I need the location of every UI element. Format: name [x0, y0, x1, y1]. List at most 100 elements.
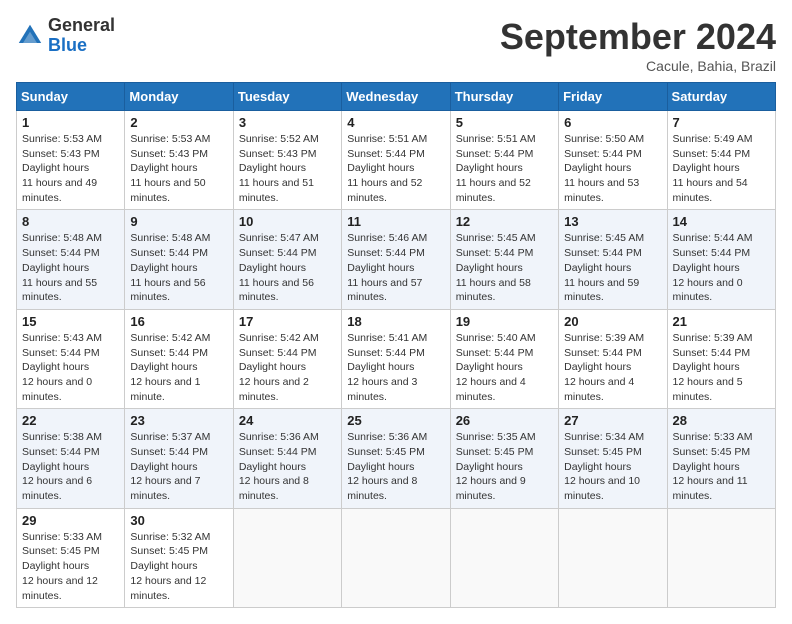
logo-blue: Blue [48, 36, 115, 56]
col-saturday: Saturday [667, 83, 775, 111]
day-info: Sunrise: 5:38 AMSunset: 5:44 PMDaylight … [22, 430, 119, 503]
calendar-cell: 19 Sunrise: 5:40 AMSunset: 5:44 PMDayligh… [450, 309, 558, 408]
day-info: Sunrise: 5:53 AMSunset: 5:43 PMDaylight … [22, 132, 119, 205]
day-number: 30 [130, 513, 227, 528]
col-friday: Friday [559, 83, 667, 111]
calendar-cell: 22 Sunrise: 5:38 AMSunset: 5:44 PMDayligh… [17, 409, 125, 508]
calendar-cell [559, 508, 667, 607]
day-info: Sunrise: 5:45 AMSunset: 5:44 PMDaylight … [456, 231, 553, 304]
day-info: Sunrise: 5:39 AMSunset: 5:44 PMDaylight … [564, 331, 661, 404]
day-info: Sunrise: 5:52 AMSunset: 5:43 PMDaylight … [239, 132, 336, 205]
day-info: Sunrise: 5:48 AMSunset: 5:44 PMDaylight … [130, 231, 227, 304]
day-number: 23 [130, 413, 227, 428]
day-number: 24 [239, 413, 336, 428]
calendar-cell: 28 Sunrise: 5:33 AMSunset: 5:45 PMDayligh… [667, 409, 775, 508]
day-number: 17 [239, 314, 336, 329]
calendar-cell [667, 508, 775, 607]
calendar-cell: 4 Sunrise: 5:51 AMSunset: 5:44 PMDaylight… [342, 111, 450, 210]
calendar-table: Sunday Monday Tuesday Wednesday Thursday… [16, 82, 776, 608]
day-number: 11 [347, 214, 444, 229]
calendar-week-row: 22 Sunrise: 5:38 AMSunset: 5:44 PMDayligh… [17, 409, 776, 508]
day-number: 27 [564, 413, 661, 428]
day-number: 4 [347, 115, 444, 130]
calendar-cell: 6 Sunrise: 5:50 AMSunset: 5:44 PMDaylight… [559, 111, 667, 210]
calendar-cell: 29 Sunrise: 5:33 AMSunset: 5:45 PMDayligh… [17, 508, 125, 607]
day-number: 5 [456, 115, 553, 130]
calendar-cell: 8 Sunrise: 5:48 AMSunset: 5:44 PMDaylight… [17, 210, 125, 309]
day-info: Sunrise: 5:36 AMSunset: 5:44 PMDaylight … [239, 430, 336, 503]
day-number: 21 [673, 314, 770, 329]
day-info: Sunrise: 5:42 AMSunset: 5:44 PMDaylight … [239, 331, 336, 404]
day-number: 19 [456, 314, 553, 329]
day-info: Sunrise: 5:50 AMSunset: 5:44 PMDaylight … [564, 132, 661, 205]
day-number: 3 [239, 115, 336, 130]
title-block: September 2024 Cacule, Bahia, Brazil [500, 16, 776, 74]
calendar-cell: 15 Sunrise: 5:43 AMSunset: 5:44 PMDayligh… [17, 309, 125, 408]
day-number: 29 [22, 513, 119, 528]
calendar-cell: 11 Sunrise: 5:46 AMSunset: 5:44 PMDayligh… [342, 210, 450, 309]
day-info: Sunrise: 5:44 AMSunset: 5:44 PMDaylight … [673, 231, 770, 304]
day-number: 28 [673, 413, 770, 428]
day-number: 15 [22, 314, 119, 329]
calendar-cell: 9 Sunrise: 5:48 AMSunset: 5:44 PMDaylight… [125, 210, 233, 309]
calendar-cell: 20 Sunrise: 5:39 AMSunset: 5:44 PMDayligh… [559, 309, 667, 408]
calendar-cell: 17 Sunrise: 5:42 AMSunset: 5:44 PMDayligh… [233, 309, 341, 408]
day-number: 8 [22, 214, 119, 229]
col-tuesday: Tuesday [233, 83, 341, 111]
day-info: Sunrise: 5:53 AMSunset: 5:43 PMDaylight … [130, 132, 227, 205]
day-info: Sunrise: 5:48 AMSunset: 5:44 PMDaylight … [22, 231, 119, 304]
calendar-cell: 27 Sunrise: 5:34 AMSunset: 5:45 PMDayligh… [559, 409, 667, 508]
calendar-cell: 7Sunrise: 5:49 AMSunset: 5:44 PMDaylight… [667, 111, 775, 210]
calendar-cell: 5 Sunrise: 5:51 AMSunset: 5:44 PMDaylight… [450, 111, 558, 210]
day-info: Sunrise: 5:32 AMSunset: 5:45 PMDaylight … [130, 530, 227, 603]
col-monday: Monday [125, 83, 233, 111]
day-info: Sunrise: 5:46 AMSunset: 5:44 PMDaylight … [347, 231, 444, 304]
day-info: Sunrise: 5:47 AMSunset: 5:44 PMDaylight … [239, 231, 336, 304]
month-title: September 2024 [500, 16, 776, 58]
day-info: Sunrise: 5:42 AMSunset: 5:44 PMDaylight … [130, 331, 227, 404]
day-number: 18 [347, 314, 444, 329]
day-info: Sunrise: 5:51 AMSunset: 5:44 PMDaylight … [456, 132, 553, 205]
page-header: General Blue September 2024 Cacule, Bahi… [16, 16, 776, 74]
day-info: Sunrise: 5:43 AMSunset: 5:44 PMDaylight … [22, 331, 119, 404]
calendar-header-row: Sunday Monday Tuesday Wednesday Thursday… [17, 83, 776, 111]
col-sunday: Sunday [17, 83, 125, 111]
day-info: Sunrise: 5:36 AMSunset: 5:45 PMDaylight … [347, 430, 444, 503]
day-number: 7 [673, 115, 770, 130]
calendar-cell: 12 Sunrise: 5:45 AMSunset: 5:44 PMDayligh… [450, 210, 558, 309]
day-info: Sunrise: 5:39 AMSunset: 5:44 PMDaylight … [673, 331, 770, 404]
col-wednesday: Wednesday [342, 83, 450, 111]
calendar-cell: 30 Sunrise: 5:32 AMSunset: 5:45 PMDayligh… [125, 508, 233, 607]
day-number: 2 [130, 115, 227, 130]
day-info: Sunrise: 5:33 AMSunset: 5:45 PMDaylight … [673, 430, 770, 503]
calendar-cell: 10Sunrise: 5:47 AMSunset: 5:44 PMDayligh… [233, 210, 341, 309]
logo-text: General Blue [48, 16, 115, 56]
calendar-cell: 3 Sunrise: 5:52 AMSunset: 5:43 PMDaylight… [233, 111, 341, 210]
calendar-cell [342, 508, 450, 607]
logo-icon [16, 22, 44, 50]
day-info: Sunrise: 5:37 AMSunset: 5:44 PMDaylight … [130, 430, 227, 503]
day-number: 9 [130, 214, 227, 229]
day-number: 13 [564, 214, 661, 229]
day-number: 1 [22, 115, 119, 130]
day-info: Sunrise: 5:33 AMSunset: 5:45 PMDaylight … [22, 530, 119, 603]
day-number: 20 [564, 314, 661, 329]
calendar-cell [450, 508, 558, 607]
day-number: 22 [22, 413, 119, 428]
day-info: Sunrise: 5:51 AMSunset: 5:44 PMDaylight … [347, 132, 444, 205]
day-number: 26 [456, 413, 553, 428]
calendar-cell: 1 Sunrise: 5:53 AMSunset: 5:43 PMDaylight… [17, 111, 125, 210]
day-number: 12 [456, 214, 553, 229]
calendar-cell: 2 Sunrise: 5:53 AMSunset: 5:43 PMDaylight… [125, 111, 233, 210]
day-info: Sunrise: 5:35 AMSunset: 5:45 PMDaylight … [456, 430, 553, 503]
day-info: Sunrise: 5:34 AMSunset: 5:45 PMDaylight … [564, 430, 661, 503]
calendar-cell: 16Sunrise: 5:42 AMSunset: 5:44 PMDayligh… [125, 309, 233, 408]
calendar-cell: 18 Sunrise: 5:41 AMSunset: 5:44 PMDayligh… [342, 309, 450, 408]
day-number: 6 [564, 115, 661, 130]
day-info: Sunrise: 5:40 AMSunset: 5:44 PMDaylight … [456, 331, 553, 404]
location: Cacule, Bahia, Brazil [500, 58, 776, 74]
calendar-cell: 13 Sunrise: 5:45 AMSunset: 5:44 PMDayligh… [559, 210, 667, 309]
day-number: 25 [347, 413, 444, 428]
day-info: Sunrise: 5:41 AMSunset: 5:44 PMDaylight … [347, 331, 444, 404]
day-info: Sunrise: 5:45 AMSunset: 5:44 PMDaylight … [564, 231, 661, 304]
